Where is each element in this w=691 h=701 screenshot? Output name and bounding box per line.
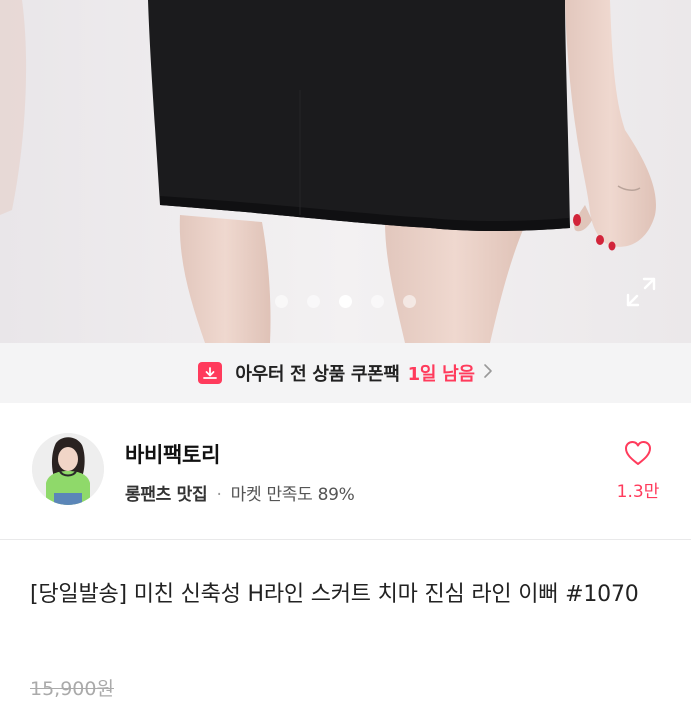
chevron-right-icon [483,363,493,383]
carousel-dot[interactable] [403,295,416,308]
carousel-dot-active[interactable] [339,295,352,308]
meta-separator: · [216,485,221,505]
shop-name[interactable]: 바비팩토리 [125,439,220,469]
coupon-remaining: 1일 남음 [408,360,475,386]
section-divider [0,539,691,540]
carousel-dot[interactable] [371,295,384,308]
original-price: 15,900원 [30,674,114,701]
product-photo [0,0,691,343]
carousel-dot[interactable] [275,295,288,308]
shop-info: 바비팩토리 롱팬츠 맛집 · 마켓 만족도 89% 1.3만 [0,403,691,539]
coupon-banner[interactable]: 아우터 전 상품 쿠폰팩 1일 남음 [0,343,691,403]
coupon-ticket-icon [198,362,222,384]
like-button[interactable]: 1.3만 [606,439,670,503]
shop-meta: 롱팬츠 맛집 · 마켓 만족도 89% [125,480,354,505]
carousel-dot[interactable] [307,295,320,308]
product-image-carousel[interactable] [0,0,691,343]
shop-satisfaction: 마켓 만족도 89% [231,485,355,505]
expand-icon[interactable] [624,275,658,309]
like-count: 1.3만 [606,477,670,502]
coupon-text: 아우터 전 상품 쿠폰팩 [235,360,399,386]
carousel-indicator [0,294,691,308]
shop-avatar[interactable] [32,433,104,505]
product-title: [당일발송] 미친 신축성 H라인 스커트 치마 진심 라인 이뻐 #1070 [30,576,655,614]
shop-tag: 롱팬츠 맛집 [125,485,207,505]
heart-outline-icon [623,452,653,471]
